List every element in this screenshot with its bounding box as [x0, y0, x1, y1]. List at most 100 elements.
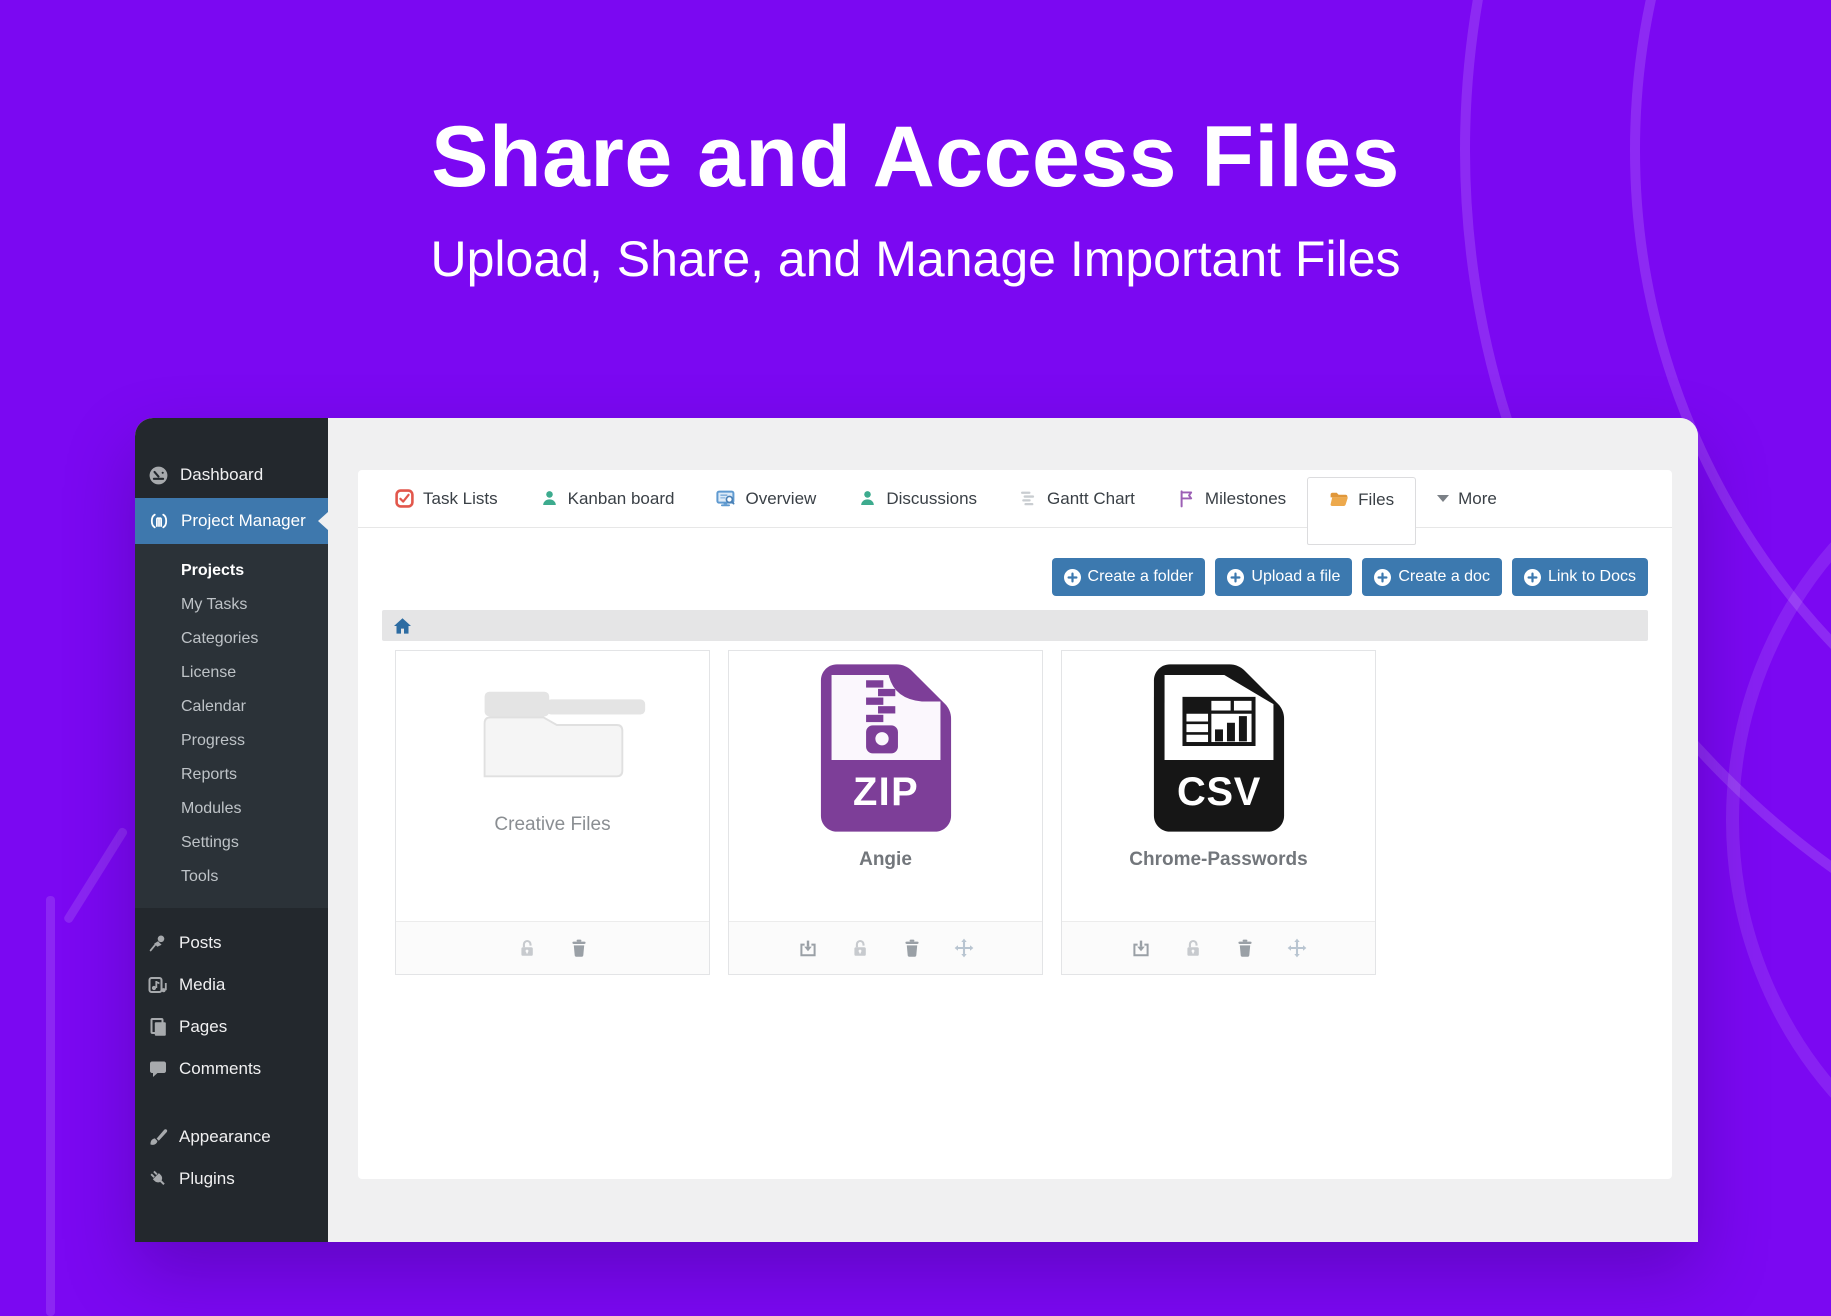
download-icon[interactable]: [797, 937, 819, 959]
file-card-creative-files: Creative Files: [395, 650, 710, 975]
submenu-item-progress[interactable]: Progress: [135, 724, 328, 758]
sidebar-item-project-manager[interactable]: Project Manager: [135, 498, 328, 544]
sidebar-appearance-group: Appearance Plugins: [135, 1116, 328, 1200]
sidebar-item-label: Appearance: [179, 1127, 271, 1147]
delete-icon[interactable]: [568, 937, 590, 959]
unlock-icon[interactable]: [1182, 937, 1204, 959]
milestone-flag-icon: [1177, 489, 1196, 508]
sidebar-item-pages[interactable]: Pages: [135, 1006, 328, 1048]
background-arc-blob: [1726, 400, 1831, 1240]
plug-icon: [148, 1169, 168, 1189]
upload-file-button[interactable]: Upload a file: [1215, 558, 1352, 596]
submenu-item-settings[interactable]: Settings: [135, 826, 328, 860]
button-label: Create a doc: [1398, 568, 1490, 586]
sidebar-item-appearance[interactable]: Appearance: [135, 1116, 328, 1158]
submenu-item-tools[interactable]: Tools: [135, 860, 328, 894]
sidebar-separator: [135, 1090, 328, 1102]
sidebar-item-media[interactable]: Media: [135, 964, 328, 1006]
tab-discussions[interactable]: Discussions: [837, 470, 998, 528]
app-window: Dashboard Project Manager Projects My Ta…: [135, 418, 1698, 1242]
file-name: Chrome-Passwords: [1129, 849, 1307, 871]
unlock-icon[interactable]: [849, 937, 871, 959]
submenu-item-license[interactable]: License: [135, 656, 328, 690]
file-card-chrome-passwords: CSV Chrome-Passwords: [1061, 650, 1376, 975]
sidebar-item-label: Pages: [179, 1017, 227, 1037]
sidebar-item-label: Posts: [179, 933, 222, 953]
tab-more[interactable]: More: [1416, 470, 1518, 528]
folder-icon: [453, 687, 653, 782]
zip-card-actions: [729, 921, 1042, 974]
sidebar-content-group: Posts Media Pages: [135, 922, 328, 1090]
plus-circle-icon: [1064, 569, 1081, 586]
create-folder-button[interactable]: Create a folder: [1052, 558, 1206, 596]
sidebar-item-label: Dashboard: [180, 465, 263, 485]
tab-milestones[interactable]: Milestones: [1156, 470, 1307, 528]
submenu-item-calendar[interactable]: Calendar: [135, 690, 328, 724]
tab-gantt-chart[interactable]: Gantt Chart: [998, 470, 1156, 528]
tab-overview[interactable]: Overview: [695, 470, 837, 528]
plus-circle-icon: [1227, 569, 1244, 586]
project-manager-logo-icon: [148, 510, 170, 532]
move-icon[interactable]: [953, 937, 975, 959]
sidebar-item-plugins[interactable]: Plugins: [135, 1158, 328, 1200]
folder-card-body[interactable]: Creative Files: [396, 651, 709, 921]
tab-label: Files: [1358, 490, 1394, 510]
breadcrumb-home-button[interactable]: [393, 617, 412, 635]
tab-label: Gantt Chart: [1047, 489, 1135, 509]
paintbrush-icon: [148, 1127, 168, 1147]
csv-badge-text: CSV: [1177, 770, 1261, 814]
tab-task-lists[interactable]: Task Lists: [374, 470, 519, 528]
project-tabbar: Task Lists Kanban board: [358, 470, 1672, 528]
sidebar-item-label: Comments: [179, 1059, 261, 1079]
unlock-icon[interactable]: [516, 937, 538, 959]
create-doc-button[interactable]: Create a doc: [1362, 558, 1502, 596]
pushpin-icon: [148, 933, 168, 953]
tab-files[interactable]: Files: [1307, 477, 1416, 545]
admin-sidebar: Dashboard Project Manager Projects My Ta…: [135, 418, 328, 1242]
zip-card-body[interactable]: ZIP Angie: [729, 651, 1042, 921]
button-label: Upload a file: [1251, 568, 1340, 586]
tab-label: Kanban board: [568, 489, 675, 509]
sidebar-item-label: Project Manager: [181, 511, 306, 531]
file-name: Creative Files: [494, 814, 610, 836]
sidebar-item-dashboard[interactable]: Dashboard: [135, 452, 328, 498]
submenu-item-modules[interactable]: Modules: [135, 792, 328, 826]
tab-kanban-board[interactable]: Kanban board: [519, 470, 696, 528]
files-folder-icon: [1329, 490, 1349, 510]
sidebar-item-comments[interactable]: Comments: [135, 1048, 328, 1090]
page-title: Share and Access Files: [0, 112, 1831, 202]
media-notes-icon: [148, 975, 168, 995]
hero: Share and Access Files Upload, Share, an…: [0, 112, 1831, 288]
zip-badge-text: ZIP: [853, 770, 919, 814]
delete-icon[interactable]: [1234, 937, 1256, 959]
task-lists-check-icon: [395, 489, 414, 508]
submenu-item-reports[interactable]: Reports: [135, 758, 328, 792]
delete-icon[interactable]: [901, 937, 923, 959]
project-panel: Task Lists Kanban board: [358, 470, 1672, 1179]
comment-bubble-icon: [148, 1059, 168, 1079]
breadcrumb: [382, 610, 1648, 641]
tab-label: Task Lists: [423, 489, 498, 509]
link-to-docs-button[interactable]: Link to Docs: [1512, 558, 1648, 596]
sidebar-item-posts[interactable]: Posts: [135, 922, 328, 964]
submenu-item-projects[interactable]: Projects: [135, 554, 328, 588]
move-icon[interactable]: [1286, 937, 1308, 959]
submenu-item-categories[interactable]: Categories: [135, 622, 328, 656]
csv-file-icon: CSV: [1152, 663, 1286, 833]
button-label: Link to Docs: [1548, 568, 1636, 586]
files-grid: Creative Files: [358, 641, 1672, 975]
dashboard-gauge-icon: [148, 465, 169, 486]
tab-label: Milestones: [1205, 489, 1286, 509]
csv-card-actions: [1062, 921, 1375, 974]
download-icon[interactable]: [1130, 937, 1152, 959]
plus-circle-icon: [1524, 569, 1541, 586]
submenu-item-my-tasks[interactable]: My Tasks: [135, 588, 328, 622]
button-label: Create a folder: [1088, 568, 1194, 586]
page-subtitle: Upload, Share, and Manage Important File…: [0, 230, 1831, 288]
tab-label: Discussions: [886, 489, 977, 509]
admin-content-area: Task Lists Kanban board: [328, 418, 1698, 1242]
csv-card-body[interactable]: CSV Chrome-Passwords: [1062, 651, 1375, 921]
discussions-person-icon: [858, 489, 877, 508]
gantt-bars-icon: [1019, 489, 1038, 508]
tab-label: Overview: [745, 489, 816, 509]
